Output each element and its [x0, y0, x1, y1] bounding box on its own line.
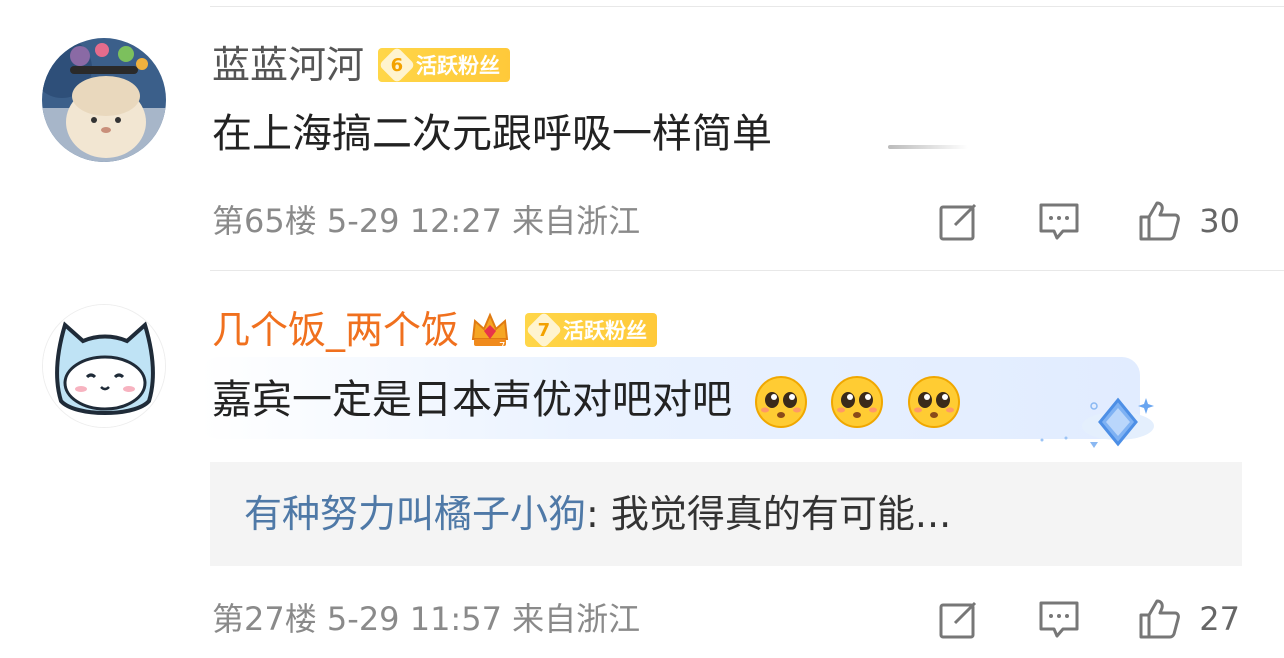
reply-text: 我觉得真的有可能...: [610, 492, 952, 536]
diamond-decoration-icon: [1040, 397, 1154, 448]
pleading-face-emoji: [908, 376, 961, 428]
comment-text-row: 嘉宾一定是日本声优对吧对吧: [212, 372, 962, 430]
location: 来自浙江: [512, 600, 641, 638]
avatar[interactable]: [42, 38, 166, 162]
edit-icon[interactable]: [937, 199, 981, 243]
floor-number: 第65楼: [212, 202, 317, 240]
comment-text[interactable]: 嘉宾一定是日本声优对吧对吧: [212, 377, 732, 423]
like-count: 27: [1199, 600, 1240, 638]
badge-level: 6: [390, 54, 404, 76]
reply-username[interactable]: 有种努力叫橘子小狗: [244, 492, 586, 536]
comment-icon[interactable]: [1037, 597, 1081, 641]
badge-label: 活跃粉丝: [563, 319, 648, 343]
reply-preview[interactable]: 有种努力叫橘子小狗: 我觉得真的有可能...: [210, 462, 1242, 566]
svg-text:7: 7: [499, 341, 505, 351]
thumbs-up-icon[interactable]: [1137, 597, 1181, 641]
username[interactable]: 蓝蓝河河: [212, 40, 364, 90]
comment-text[interactable]: 在上海搞二次元跟呼吸一样简单: [212, 106, 772, 162]
pleading-face-emoji: [831, 376, 884, 428]
like-count: 30: [1199, 202, 1240, 240]
divider: [210, 270, 1284, 271]
timestamp: 5-29 11:57: [326, 600, 502, 638]
comment-meta: 第65楼 5-29 12:27 来自浙江: [212, 200, 640, 242]
avatar[interactable]: [42, 304, 166, 428]
fan-level-badge[interactable]: 6 活跃粉丝: [378, 46, 511, 84]
edit-icon[interactable]: [937, 597, 981, 641]
crown-icon: 7: [471, 312, 509, 351]
comment-icon[interactable]: [1037, 199, 1081, 243]
text-fade-decoration: [888, 145, 968, 149]
timestamp: 5-29 12:27: [326, 202, 502, 240]
comment-meta: 第27楼 5-29 11:57 来自浙江: [212, 598, 640, 640]
pleading-face-emoji: [754, 376, 807, 428]
username[interactable]: 几个饭_两个饭: [212, 305, 459, 355]
badge-level: 7: [537, 319, 551, 341]
floor-number: 第27楼: [212, 600, 317, 638]
reply-separator: :: [586, 492, 611, 536]
divider-top: [210, 6, 1284, 7]
badge-label: 活跃粉丝: [416, 54, 501, 78]
fan-level-badge[interactable]: 7 活跃粉丝: [525, 311, 658, 349]
location: 来自浙江: [512, 202, 641, 240]
thumbs-up-icon[interactable]: [1137, 199, 1181, 243]
